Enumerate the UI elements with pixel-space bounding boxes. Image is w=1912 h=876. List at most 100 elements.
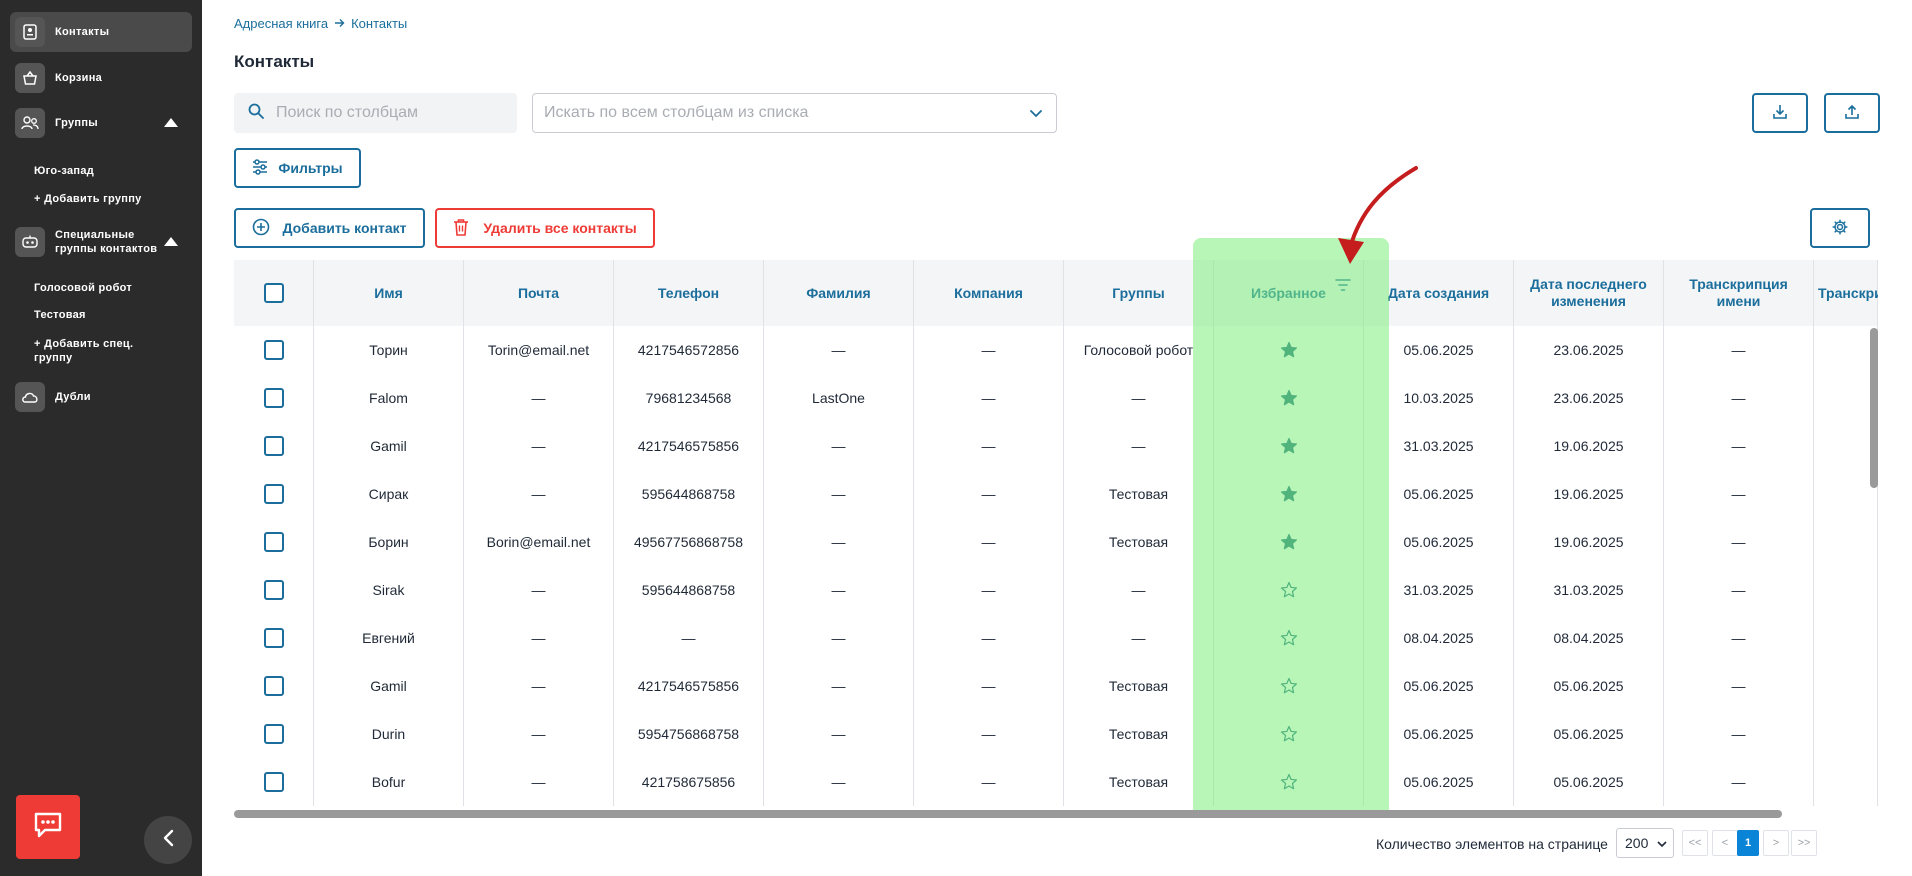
upload-button[interactable] [1824, 93, 1880, 133]
special-group-item[interactable]: Тестовая [34, 308, 86, 322]
cell-modified: 08.04.2025 [1514, 614, 1664, 662]
collapse-sidebar-button[interactable] [144, 816, 192, 864]
vertical-scrollbar[interactable] [1870, 328, 1878, 488]
cell-surname: — [764, 662, 914, 710]
cell-groups: Тестовая [1064, 710, 1214, 758]
row-checkbox[interactable] [263, 772, 284, 792]
star-filled-icon[interactable] [1280, 533, 1298, 551]
column-select[interactable]: Искать по всем столбцам из списка [532, 93, 1057, 133]
star-filled-icon[interactable] [1280, 389, 1298, 407]
star-outline-icon[interactable] [1280, 773, 1298, 791]
page-first-button[interactable]: << [1682, 830, 1708, 856]
row-select-cell [234, 614, 314, 662]
column-header-favorite[interactable]: Избранное [1214, 260, 1364, 326]
column-header-surname[interactable]: Фамилия [764, 260, 914, 326]
star-filled-icon[interactable] [1280, 437, 1298, 455]
table-row[interactable]: Gamil —4217546575856— — Тестовая 05.06.2025 0… [234, 662, 1878, 710]
special-group-item[interactable]: Голосовой робот [34, 281, 132, 295]
column-header-email[interactable]: Почта [464, 260, 614, 326]
row-checkbox[interactable] [263, 580, 284, 600]
star-outline-icon[interactable] [1280, 629, 1298, 647]
caret-up-icon[interactable] [164, 118, 178, 127]
nav-item-contacts[interactable]: Контакты [10, 12, 192, 52]
select-all-checkbox[interactable] [263, 283, 284, 303]
cell-surname: — [764, 326, 914, 374]
search-box[interactable] [234, 93, 517, 133]
column-header-created[interactable]: Дата создания [1364, 260, 1514, 326]
per-page-value: 200 [1625, 835, 1649, 851]
cell-surname: — [764, 422, 914, 470]
row-checkbox[interactable] [263, 724, 284, 744]
table-row[interactable]: Торин Torin@email.net 4217546572856— — Голос… [234, 326, 1878, 374]
row-checkbox[interactable] [263, 484, 284, 504]
column-header-company[interactable]: Компания [914, 260, 1064, 326]
nav-label: Дубли [55, 391, 91, 403]
page-last-button[interactable]: >> [1791, 830, 1817, 856]
cell-company: — [914, 422, 1064, 470]
cell-modified: 31.03.2025 [1514, 566, 1664, 614]
search-input[interactable] [274, 103, 494, 123]
row-checkbox[interactable] [263, 388, 284, 408]
cell-created: 05.06.2025 [1364, 470, 1514, 518]
star-outline-icon[interactable] [1280, 677, 1298, 695]
column-header-transcription-2[interactable]: Транскрипц [1814, 260, 1878, 326]
filter-lines-icon[interactable] [1335, 278, 1351, 296]
cell-favorite [1214, 662, 1364, 710]
table-row[interactable]: Борин Borin@email.net 49567756868758— — Тест… [234, 518, 1878, 566]
download-button[interactable] [1752, 93, 1808, 133]
breadcrumb-address-book[interactable]: Адресная книга [234, 16, 328, 31]
cell-created: 10.03.2025 [1364, 374, 1514, 422]
row-checkbox[interactable] [263, 628, 284, 648]
cell-company: — [914, 662, 1064, 710]
table-row[interactable]: Gamil —4217546575856— — —31.03.2025 19.06.20… [234, 422, 1878, 470]
star-filled-icon[interactable] [1280, 341, 1298, 359]
nav-item-special-groups[interactable]: Специальные группы контактов [10, 220, 192, 264]
column-header-transcription[interactable]: Транскрипция имени [1664, 260, 1814, 326]
table-row[interactable]: Сирак —595644868758— — Тестовая 05.06.2025 19… [234, 470, 1878, 518]
cell-transcription-2 [1814, 662, 1878, 710]
page-next-button[interactable]: > [1763, 830, 1789, 856]
page-current-button[interactable]: 1 [1737, 830, 1759, 856]
row-checkbox[interactable] [263, 532, 284, 552]
cell-email: — [464, 422, 614, 470]
caret-up-icon[interactable] [164, 237, 178, 246]
table-settings-button[interactable] [1810, 208, 1870, 248]
cell-created: 05.06.2025 [1364, 758, 1514, 806]
delete-all-contacts-button[interactable]: Удалить все контакты [435, 208, 655, 248]
star-outline-icon[interactable] [1280, 581, 1298, 599]
row-checkbox[interactable] [263, 676, 284, 696]
column-header-phone[interactable]: Телефон [614, 260, 764, 326]
feedback-button[interactable] [16, 795, 80, 859]
add-special-group-link[interactable]: + Добавить спец. группу [34, 337, 144, 365]
nav-item-duplicates[interactable]: Дубли [10, 377, 192, 417]
column-header-name[interactable]: Имя [314, 260, 464, 326]
row-checkbox[interactable] [263, 436, 284, 456]
column-header-modified[interactable]: Дата последнего изменения [1514, 260, 1664, 326]
cell-groups: Тестовая [1064, 758, 1214, 806]
nav-item-groups[interactable]: Группы [10, 103, 192, 143]
group-item[interactable]: Юго-запад [34, 164, 94, 178]
star-outline-icon[interactable] [1280, 725, 1298, 743]
horizontal-scrollbar[interactable] [234, 810, 1782, 818]
per-page-select[interactable]: 200 [1616, 828, 1674, 858]
add-group-link[interactable]: + Добавить группу [34, 192, 142, 206]
cell-phone: 4217546575856 [614, 662, 764, 710]
cell-transcription-2 [1814, 710, 1878, 758]
row-select-cell [234, 470, 314, 518]
table-row[interactable]: Falom —79681234568 LastOne — —10.03.2025 23.0… [234, 374, 1878, 422]
cell-email: — [464, 614, 614, 662]
cell-modified: 19.06.2025 [1514, 470, 1664, 518]
row-checkbox[interactable] [263, 340, 284, 360]
column-header-groups[interactable]: Группы [1064, 260, 1214, 326]
table-row[interactable]: Sirak —595644868758— — —31.03.2025 31.03.202… [234, 566, 1878, 614]
page-prev-button[interactable]: < [1712, 830, 1738, 856]
cell-favorite [1214, 518, 1364, 566]
cell-transcription: — [1664, 422, 1814, 470]
table-row[interactable]: Евгений — — — — —08.04.2025 08.04.2025— [234, 614, 1878, 662]
star-filled-icon[interactable] [1280, 485, 1298, 503]
table-row[interactable]: Durin —5954756868758— — Тестовая 05.06.2025 0… [234, 710, 1878, 758]
table-row[interactable]: Bofur —421758675856— — Тестовая 05.06.2025 05… [234, 758, 1878, 806]
nav-item-trash[interactable]: Корзина [10, 58, 192, 98]
add-contact-button[interactable]: Добавить контакт [234, 208, 425, 248]
filters-button[interactable]: Фильтры [234, 148, 361, 188]
